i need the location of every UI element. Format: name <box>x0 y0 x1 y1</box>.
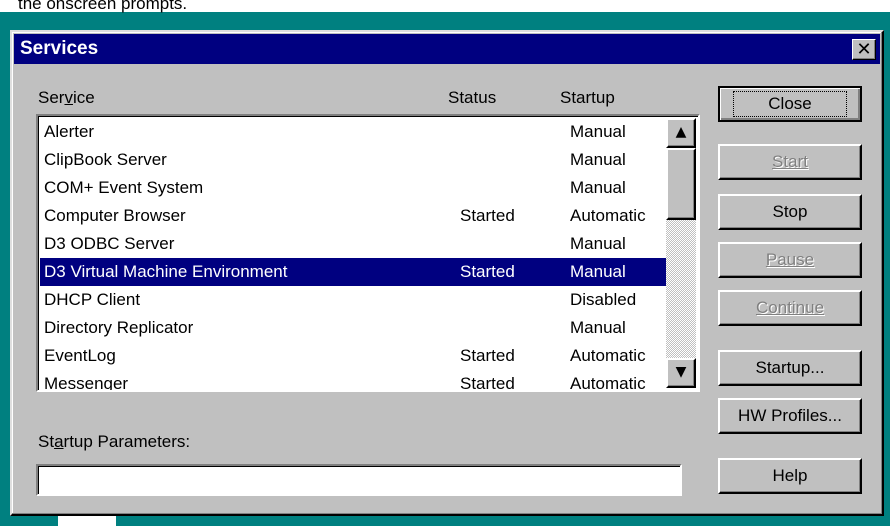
service-row[interactable]: Alerter Manual <box>40 118 672 146</box>
service-startup: Automatic <box>570 374 646 392</box>
service-startup: Manual <box>570 262 626 281</box>
service-startup: Manual <box>570 318 626 337</box>
hw-profiles-button[interactable]: HW Profiles... <box>718 398 862 434</box>
column-header-startup: Startup <box>560 88 615 107</box>
service-name: DHCP Client <box>44 290 141 309</box>
service-name: Alerter <box>44 122 95 141</box>
startup-button[interactable]: Startup... <box>718 350 862 386</box>
services-dialog: Services ✕ Service Status Startup Alerte… <box>10 30 884 516</box>
column-header-status: Status <box>448 88 497 107</box>
pause-button[interactable]: Pause <box>718 242 862 278</box>
service-name: Messenger <box>44 374 129 392</box>
service-name: D3 Virtual Machine Environment <box>44 262 288 281</box>
scroll-down-icon[interactable]: ▼ <box>666 358 696 388</box>
service-row[interactable]: Messenger Started Automatic <box>40 370 672 392</box>
continue-button[interactable]: Continue <box>718 290 862 326</box>
service-startup: Automatic <box>570 206 646 225</box>
service-startup: Manual <box>570 122 626 141</box>
service-row[interactable]: D3 ODBC Server Manual <box>40 230 672 258</box>
service-status: Started <box>460 346 515 365</box>
service-status: Started <box>460 374 515 392</box>
service-row[interactable]: ClipBook Server Manual <box>40 146 672 174</box>
vertical-scrollbar[interactable]: ▲ ▼ <box>666 118 696 388</box>
service-name: Computer Browser <box>44 206 186 225</box>
help-button[interactable]: Help <box>718 458 862 494</box>
column-header-service: Service <box>38 88 95 107</box>
service-row[interactable]: Computer Browser Started Automatic <box>40 202 672 230</box>
scroll-thumb[interactable] <box>666 148 696 220</box>
title-bar: Services ✕ <box>14 34 880 64</box>
startup-parameters-input[interactable] <box>36 464 682 496</box>
start-button[interactable]: Start <box>718 144 862 180</box>
service-status: Started <box>460 262 515 281</box>
service-row[interactable]: Directory Replicator Manual <box>40 314 672 342</box>
close-icon[interactable]: ✕ <box>852 39 876 60</box>
scroll-up-icon[interactable]: ▲ <box>666 118 696 148</box>
service-name: EventLog <box>44 346 116 365</box>
service-name: Directory Replicator <box>44 318 194 337</box>
service-row[interactable]: D3 Virtual Machine Environment Started Man… <box>40 258 672 286</box>
close-button[interactable]: Close <box>718 86 862 122</box>
service-startup: Manual <box>570 178 626 197</box>
service-row[interactable]: DHCP Client Disabled <box>40 286 672 314</box>
service-startup: Manual <box>570 234 626 253</box>
service-startup: Disabled <box>570 290 637 309</box>
service-name: COM+ Event System <box>44 178 204 197</box>
service-name: ClipBook Server <box>44 150 167 169</box>
services-list[interactable]: Alerter Manual ClipBook Server Manual COM+ E… <box>36 114 700 392</box>
stop-button[interactable]: Stop <box>718 194 862 230</box>
background-caption: the onscreen prompts. <box>18 0 188 13</box>
service-row[interactable]: COM+ Event System Manual <box>40 174 672 202</box>
service-startup: Manual <box>570 150 626 169</box>
startup-parameters-label: Startup Parameters: <box>38 432 191 451</box>
service-name: D3 ODBC Server <box>44 234 175 253</box>
service-row[interactable]: EventLog Started Automatic <box>40 342 672 370</box>
service-startup: Automatic <box>570 346 646 365</box>
services-rows: Alerter Manual ClipBook Server Manual COM+ E… <box>40 118 672 392</box>
dialog-title: Services <box>20 38 99 59</box>
service-status: Started <box>460 206 515 225</box>
